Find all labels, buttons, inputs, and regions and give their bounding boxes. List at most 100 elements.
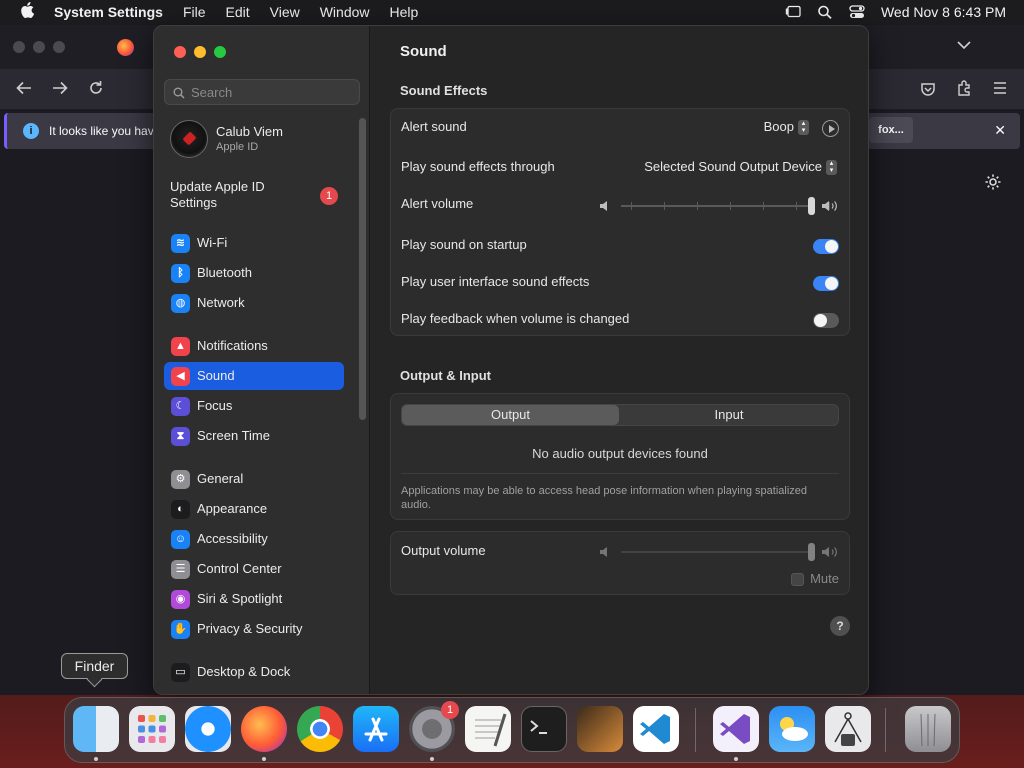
sidebar-item-label: Bluetooth [197, 265, 252, 280]
alert-volume-slider[interactable] [599, 196, 839, 216]
visual-studio-icon[interactable] [713, 706, 759, 752]
sidebar-item-network[interactable]: ◍ Network [164, 289, 344, 317]
launchpad-icon[interactable] [129, 706, 175, 752]
appearance-icon: ◐ [171, 500, 190, 519]
textedit-icon[interactable] [465, 706, 511, 752]
slider-tick [796, 202, 797, 210]
terminal-icon[interactable] [521, 706, 567, 752]
control-center-icon[interactable] [849, 5, 865, 19]
sidebar-item-appearance[interactable]: ◐ Appearance [164, 495, 344, 523]
volume-feedback-toggle[interactable] [813, 313, 839, 328]
sidebar-item-notifications[interactable]: ▲ Notifications [164, 332, 344, 360]
chrome-icon[interactable] [297, 706, 343, 752]
tab-output[interactable]: Output [402, 405, 619, 425]
sidebar-item-siri-spotlight[interactable]: ◉ Siri & Spotlight [164, 585, 344, 613]
tab-input[interactable]: Input [620, 405, 838, 425]
edit-menu[interactable]: Edit [226, 4, 250, 20]
browser-minimize-button[interactable] [33, 41, 45, 53]
apple-menu-icon[interactable] [18, 2, 36, 22]
mute-control[interactable]: Mute [791, 571, 839, 587]
garageband-icon[interactable] [577, 706, 623, 752]
update-badge: 1 [320, 187, 338, 205]
extensions-icon[interactable] [956, 80, 972, 101]
ui-sounds-label: Play user interface sound effects [401, 274, 590, 289]
weather-icon[interactable] [769, 706, 815, 752]
sidebar-item-control-center[interactable]: ☰ Control Center [164, 555, 344, 583]
control-center-icon: ☰ [171, 560, 190, 579]
help-menu[interactable]: Help [390, 4, 419, 20]
slider-tick [763, 202, 764, 210]
pocket-icon[interactable] [920, 81, 936, 102]
page-settings-gear-icon[interactable] [984, 173, 1002, 196]
notification-close-icon[interactable]: ✕ [994, 122, 1006, 139]
startup-sound-toggle[interactable] [813, 239, 839, 254]
speaker-high-icon [821, 199, 839, 216]
speaker-low-icon [599, 199, 611, 216]
mute-checkbox[interactable] [791, 573, 805, 587]
update-apple-id-item[interactable]: Update Apple ID Settings 1 [170, 179, 360, 213]
browser-close-button[interactable] [13, 41, 25, 53]
reload-icon[interactable] [88, 80, 104, 101]
menu-bar-clock[interactable]: Wed Nov 8 6:43 PM [881, 4, 1006, 20]
search-field[interactable] [164, 79, 360, 105]
play-alert-icon[interactable] [822, 120, 839, 137]
stage-manager-icon[interactable] [785, 5, 801, 19]
sidebar-scrollbar[interactable] [359, 118, 366, 420]
sidebar-item-label: Sound [197, 368, 235, 383]
archive-utility-icon[interactable] [825, 706, 871, 752]
trash-icon[interactable] [905, 706, 951, 752]
view-menu[interactable]: View [270, 4, 300, 20]
alert-sound-label: Alert sound [401, 119, 467, 134]
zoom-window-button[interactable] [214, 46, 226, 58]
alert-sound-popup[interactable]: Boop ▴ ▾ [764, 119, 809, 136]
divider [401, 473, 839, 474]
ui-sounds-toggle[interactable] [813, 276, 839, 291]
sidebar-item-label: General [197, 471, 244, 486]
sidebar-item-wi-fi[interactable]: ≋ Wi-Fi [164, 229, 344, 257]
sidebar-item-focus[interactable]: ☾ Focus [164, 392, 344, 420]
toggle-knob [825, 240, 838, 253]
sidebar-item-sound[interactable]: ◀ Sound [164, 362, 344, 390]
volume-feedback-label: Play feedback when volume is changed [401, 311, 630, 326]
sidebar-item-desktop-dock[interactable]: ▭ Desktop & Dock [164, 658, 344, 686]
output-volume-knob[interactable] [808, 543, 815, 561]
dock: 1 [64, 697, 960, 763]
info-icon: i [23, 123, 39, 139]
slider-tick [631, 202, 632, 210]
forward-arrow-icon[interactable] [52, 81, 68, 100]
stepper-icon: ▴ ▾ [826, 160, 837, 176]
help-button[interactable]: ? [830, 616, 850, 636]
tab-list-chevron-icon[interactable] [957, 37, 971, 53]
file-menu[interactable]: File [183, 4, 206, 20]
back-arrow-icon[interactable] [16, 81, 32, 100]
minimize-window-button[interactable] [194, 46, 206, 58]
app-menu[interactable]: System Settings [54, 4, 163, 20]
sidebar-item-screen-time[interactable]: ⧗ Screen Time [164, 422, 344, 450]
output-input-group: Output Input No audio output devices fou… [390, 393, 850, 520]
hamburger-menu-icon[interactable] [992, 81, 1008, 100]
moon-icon: ☾ [171, 397, 190, 416]
app-store-icon[interactable] [353, 706, 399, 752]
firefox-tab-icon[interactable] [117, 39, 134, 56]
firefox-icon[interactable] [241, 706, 287, 752]
vscode-icon[interactable] [633, 706, 679, 752]
spotlight-icon[interactable] [817, 5, 833, 19]
play-through-popup[interactable]: Selected Sound Output Device ▴ ▾ [644, 159, 837, 176]
sidebar-item-label: Notifications [197, 338, 268, 353]
apple-id-account[interactable]: Calub Viem Apple ID [170, 120, 360, 164]
sidebar-item-general[interactable]: ⚙ General [164, 465, 344, 493]
alert-volume-knob[interactable] [808, 197, 815, 215]
window-menu[interactable]: Window [320, 4, 370, 20]
browser-zoom-button[interactable] [53, 41, 65, 53]
notification-action-button[interactable]: fox... [869, 117, 913, 143]
close-window-button[interactable] [174, 46, 186, 58]
sidebar-item-privacy-security[interactable]: ✋ Privacy & Security [164, 615, 344, 643]
running-indicator [734, 757, 738, 761]
search-input[interactable] [191, 82, 351, 102]
output-volume-slider[interactable] [599, 542, 839, 562]
sidebar-item-accessibility[interactable]: ☺ Accessibility [164, 525, 344, 553]
finder-icon[interactable] [73, 706, 119, 752]
slider-tick [697, 202, 698, 210]
safari-icon[interactable] [185, 706, 231, 752]
sidebar-item-bluetooth[interactable]: ᛒ Bluetooth [164, 259, 344, 287]
